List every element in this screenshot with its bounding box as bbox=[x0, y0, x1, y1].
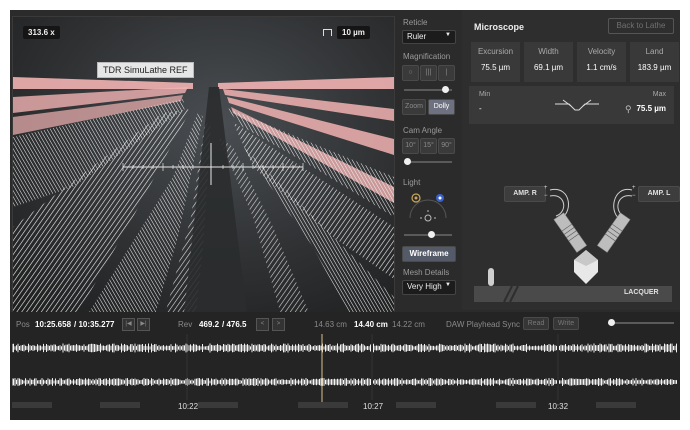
velocity-stat: Velocity 1.1 cm/s bbox=[577, 42, 626, 82]
plus-minus-icon: + − bbox=[544, 185, 548, 199]
cam-angle-90-button[interactable]: 90° bbox=[438, 138, 455, 154]
width-stat: Width 69.1 µm bbox=[524, 42, 573, 82]
chevron-left-icon: < bbox=[260, 321, 265, 327]
magnification-slider[interactable] bbox=[404, 86, 452, 93]
cam-angle-slider[interactable] bbox=[404, 158, 452, 165]
pos-value: 10:25.658 bbox=[35, 320, 72, 329]
stat-label: Land bbox=[645, 47, 664, 56]
stat-value: 75.5 µm bbox=[480, 63, 511, 72]
time-mark: 10:32 bbox=[548, 402, 569, 411]
radius-right: 14.22 cm bbox=[392, 320, 425, 329]
waveform-overview[interactable] bbox=[12, 334, 678, 418]
stat-label: Width bbox=[538, 47, 559, 56]
waveform-top bbox=[12, 343, 677, 353]
cam-angle-label: Cam Angle bbox=[403, 126, 443, 135]
stat-value: 69.1 µm bbox=[533, 63, 564, 72]
skip-forward-button[interactable]: ▶| bbox=[137, 318, 150, 331]
simulathe-window: 313.6 x 10 µm TDR SimuLathe REF Reticle … bbox=[10, 10, 680, 420]
chevron-down-icon: ▼ bbox=[445, 282, 451, 288]
slider-knob[interactable] bbox=[404, 158, 411, 165]
light-slider[interactable] bbox=[404, 231, 452, 238]
groove-scene bbox=[13, 17, 394, 322]
slider-knob[interactable] bbox=[442, 86, 449, 93]
skip-back-icon: |◀ bbox=[125, 321, 132, 327]
light-direction-widget[interactable] bbox=[404, 188, 452, 230]
stat-label: Velocity bbox=[587, 47, 616, 56]
magnification-label: Magnification bbox=[403, 52, 451, 61]
min-max-panel: Min - Max ⚲ 75.5 µm bbox=[469, 86, 674, 124]
excursion-stat: Excursion 75.5 µm bbox=[471, 42, 520, 82]
mesh-details-value: Very High bbox=[407, 282, 442, 291]
scale-readout: 313.6 x bbox=[23, 26, 60, 39]
pos-total: / 10:35.277 bbox=[74, 320, 115, 329]
light-label: Light bbox=[403, 178, 421, 187]
line-view-button[interactable]: | bbox=[438, 65, 455, 81]
min-label: Min bbox=[479, 91, 491, 98]
cam-angle-10-button[interactable]: 10° bbox=[402, 138, 419, 154]
circle-icon: ○ bbox=[408, 69, 413, 76]
location-pin-icon: ⚲ bbox=[625, 104, 632, 114]
time-mark: 10:27 bbox=[363, 402, 384, 411]
wireframe-button[interactable]: Wireframe bbox=[402, 246, 456, 262]
rev-label: Rev bbox=[178, 320, 193, 329]
skip-back-button[interactable]: |◀ bbox=[122, 318, 135, 331]
slider-knob[interactable] bbox=[608, 319, 615, 326]
cam-angle-15-button[interactable]: 15° bbox=[420, 138, 437, 154]
circle-view-button[interactable]: ○ bbox=[402, 65, 419, 81]
radius-left: 14.63 cm bbox=[314, 320, 347, 329]
max-label: Max bbox=[652, 91, 666, 98]
unit-readout: 10 µm bbox=[337, 26, 370, 39]
stat-value: 1.1 cm/s bbox=[586, 63, 617, 72]
dolly-button[interactable]: Dolly bbox=[428, 99, 455, 115]
microscope-panel: Microscope Back to Lathe Excursion 75.5 … bbox=[462, 10, 680, 310]
view-controls-panel: Reticle Ruler ▼ Magnification ○ ||| | Zo… bbox=[396, 10, 462, 310]
waveform-trace bbox=[12, 343, 677, 353]
zoom-button[interactable]: Zoom bbox=[402, 99, 426, 115]
radius-current: 14.40 cm bbox=[354, 320, 388, 329]
chevron-down-icon: ▼ bbox=[445, 32, 451, 38]
pos-label: Pos bbox=[16, 320, 30, 329]
amp-r-button[interactable]: AMP. R bbox=[504, 186, 546, 202]
min-value: - bbox=[479, 104, 482, 113]
lacquer-label: LACQUER bbox=[624, 289, 659, 296]
rev-value: 469.2 bbox=[199, 320, 220, 329]
chevron-right-icon: > bbox=[276, 321, 281, 327]
time-mark: 10:22 bbox=[178, 402, 199, 411]
segment-markers bbox=[12, 402, 636, 408]
reticle-label: Reticle bbox=[403, 18, 428, 27]
bars-icon: ||| bbox=[425, 69, 432, 76]
land-stat: Land 183.9 µm bbox=[630, 42, 679, 82]
mesh-details-select[interactable]: Very High ▼ bbox=[402, 280, 456, 295]
rev-total: / 476.5 bbox=[222, 320, 247, 329]
scale-bracket-icon bbox=[323, 29, 332, 36]
groove-viewport[interactable]: 313.6 x 10 µm TDR SimuLathe REF bbox=[12, 16, 395, 323]
bars-view-button[interactable]: ||| bbox=[420, 65, 437, 81]
waveform-bottom bbox=[12, 378, 677, 386]
groove-profile-icon bbox=[555, 99, 599, 111]
line-icon: | bbox=[445, 69, 448, 76]
reticle-value: Ruler bbox=[407, 32, 427, 41]
waveform-trace bbox=[12, 378, 677, 386]
stat-value: 183.9 µm bbox=[637, 63, 672, 72]
reticle-select[interactable]: Ruler ▼ bbox=[402, 30, 456, 44]
sync-offset-slider[interactable] bbox=[608, 319, 674, 326]
back-to-lathe-button[interactable]: Back to Lathe bbox=[608, 18, 674, 34]
cutter-head-diagram bbox=[474, 189, 672, 303]
mesh-details-label: Mesh Details bbox=[403, 268, 450, 277]
rev-back-button[interactable]: < bbox=[256, 318, 269, 331]
daw-sync-label: DAW Playhead Sync bbox=[446, 320, 520, 329]
max-value: 75.5 µm bbox=[636, 104, 666, 113]
write-button[interactable]: Write bbox=[553, 317, 579, 330]
stat-label: Excursion bbox=[477, 47, 514, 56]
plus-minus-icon: + − bbox=[632, 185, 636, 199]
skip-forward-icon: ▶| bbox=[140, 321, 147, 327]
microscope-title: Microscope bbox=[474, 22, 525, 32]
read-button[interactable]: Read bbox=[523, 317, 549, 330]
rev-forward-button[interactable]: > bbox=[272, 318, 285, 331]
reference-tooltip: TDR SimuLathe REF bbox=[97, 62, 194, 78]
slider-knob[interactable] bbox=[428, 231, 435, 238]
amp-l-button[interactable]: AMP. L bbox=[638, 186, 680, 202]
